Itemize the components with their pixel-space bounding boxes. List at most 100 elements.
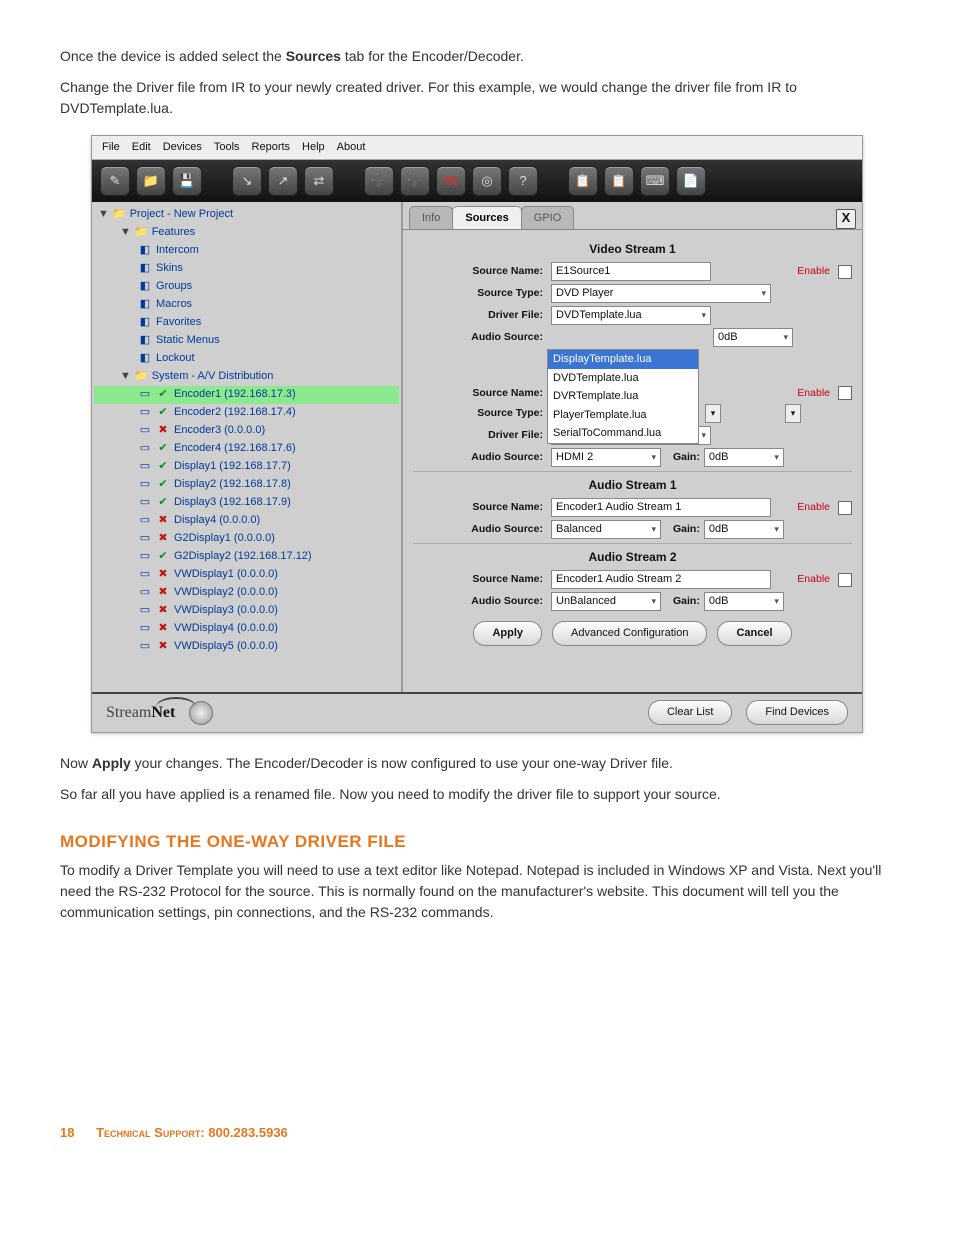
- menu-edit[interactable]: Edit: [132, 139, 151, 156]
- tree-device-item[interactable]: ▭✔G2Display2 (192.168.17.12): [94, 548, 399, 566]
- label: Audio Source:: [413, 594, 547, 610]
- tree-device-item[interactable]: ▭✖VWDisplay5 (0.0.0.0): [94, 638, 399, 656]
- tree-system[interactable]: ▼📁 System - A/V Distribution: [94, 368, 399, 386]
- tree-device-item[interactable]: ▭✖VWDisplay3 (0.0.0.0): [94, 602, 399, 620]
- tree-device-item[interactable]: ▭✔Encoder4 (192.168.17.6): [94, 440, 399, 458]
- menu-about[interactable]: About: [337, 139, 366, 156]
- tree-feature-item[interactable]: ◧Favorites: [94, 314, 399, 332]
- gain-select[interactable]: 0dB: [704, 448, 784, 467]
- enable-checkbox[interactable]: [838, 501, 852, 515]
- toolbar: ✎ 📁 💾 ↘ ↗ ⇄ ➕ ➕ IR ◎ ? 📋 📋 ⌨ 📄: [92, 160, 862, 202]
- menu-reports[interactable]: Reports: [252, 139, 291, 156]
- tree-feature-item[interactable]: ◧Macros: [94, 296, 399, 314]
- gain-select[interactable]: 0dB: [704, 520, 784, 539]
- toolbar-btn[interactable]: ➕: [400, 166, 430, 196]
- tab-sources[interactable]: Sources: [452, 206, 521, 230]
- sources-form: Video Stream 1 Source Name: E1Source1 En…: [403, 230, 862, 692]
- chevron-down-icon[interactable]: ▾: [785, 404, 801, 423]
- toolbar-btn[interactable]: ✎: [100, 166, 130, 196]
- tree-feature-item[interactable]: ◧Skins: [94, 260, 399, 278]
- menu-file[interactable]: File: [102, 139, 120, 156]
- tree-device-item[interactable]: ▭✖VWDisplay1 (0.0.0.0): [94, 566, 399, 584]
- enable-toggle[interactable]: Enable: [797, 264, 830, 280]
- apply-button[interactable]: Apply: [473, 621, 542, 646]
- tree-feature-item[interactable]: ◧Intercom: [94, 242, 399, 260]
- audio-stream-2-title: Audio Stream 2: [413, 548, 852, 566]
- tree-device-item[interactable]: ▭✖G2Display1 (0.0.0.0): [94, 530, 399, 548]
- close-icon[interactable]: X: [836, 209, 856, 229]
- enable-checkbox[interactable]: [838, 573, 852, 587]
- menu-help[interactable]: Help: [302, 139, 325, 156]
- tree-device-item[interactable]: ▭✔Display3 (192.168.17.9): [94, 494, 399, 512]
- project-tree[interactable]: ▼📁 Project - New Project ▼📁 Features ◧In…: [92, 202, 403, 692]
- tree-device-item[interactable]: ▭✔Display1 (192.168.17.7): [94, 458, 399, 476]
- intro-paragraph-1: Once the device is added select the Sour…: [60, 46, 894, 67]
- tree-device-item[interactable]: ▭✖Encoder3 (0.0.0.0): [94, 422, 399, 440]
- menu-tools[interactable]: Tools: [214, 139, 240, 156]
- enable-toggle[interactable]: Enable: [797, 500, 830, 516]
- enable-checkbox[interactable]: [838, 386, 852, 400]
- dropdown-option[interactable]: SerialToCommand.lua: [548, 424, 698, 443]
- enable-checkbox[interactable]: [838, 265, 852, 279]
- clear-list-button[interactable]: Clear List: [648, 700, 732, 725]
- tree-device-item[interactable]: ▭✖VWDisplay2 (0.0.0.0): [94, 584, 399, 602]
- tree-feature-item[interactable]: ◧Static Menus: [94, 332, 399, 350]
- toolbar-btn[interactable]: IR: [436, 166, 466, 196]
- paragraph-modify: To modify a Driver Template you will nee…: [60, 860, 894, 923]
- section-heading: MODIFYING THE ONE-WAY DRIVER FILE: [60, 829, 894, 855]
- status-bar: StreamNet Clear List Find Devices: [92, 692, 862, 732]
- driver-file-dropdown[interactable]: DisplayTemplate.lua DVDTemplate.lua DVRT…: [547, 349, 699, 444]
- toolbar-btn[interactable]: 📁: [136, 166, 166, 196]
- toolbar-btn[interactable]: ↘: [232, 166, 262, 196]
- tree-feature-item[interactable]: ◧Lockout: [94, 350, 399, 368]
- tree-device-item[interactable]: ▭✔Encoder2 (192.168.17.4): [94, 404, 399, 422]
- audio-source-name-input[interactable]: Encoder1 Audio Stream 1: [551, 498, 771, 517]
- toolbar-btn[interactable]: ⇄: [304, 166, 334, 196]
- advanced-config-button[interactable]: Advanced Configuration: [552, 621, 707, 646]
- tree-device-item[interactable]: ▭✔Encoder1 (192.168.17.3): [94, 386, 399, 404]
- tree-device-item[interactable]: ▭✖Display4 (0.0.0.0): [94, 512, 399, 530]
- toolbar-btn[interactable]: ➕: [364, 166, 394, 196]
- toolbar-btn[interactable]: ⌨: [640, 166, 670, 196]
- toolbar-btn[interactable]: 📋: [568, 166, 598, 196]
- video-stream-1-title: Video Stream 1: [413, 240, 852, 258]
- chevron-down-icon[interactable]: ▾: [705, 404, 721, 423]
- toolbar-btn[interactable]: 📋: [604, 166, 634, 196]
- tab-info[interactable]: Info: [409, 206, 453, 230]
- toolbar-btn[interactable]: 📄: [676, 166, 706, 196]
- audio-source-select[interactable]: UnBalanced: [551, 592, 661, 611]
- label: Audio Source:: [413, 330, 547, 346]
- source-type-select[interactable]: DVD Player: [551, 284, 771, 303]
- audio-source-name-input[interactable]: Encoder1 Audio Stream 2: [551, 570, 771, 589]
- label: Source Name:: [413, 386, 547, 402]
- cancel-button[interactable]: Cancel: [717, 621, 791, 646]
- dropdown-option[interactable]: DisplayTemplate.lua: [548, 350, 698, 369]
- toolbar-btn[interactable]: ↗: [268, 166, 298, 196]
- tree-device-item[interactable]: ▭✔Display2 (192.168.17.8): [94, 476, 399, 494]
- tree-root[interactable]: ▼📁 Project - New Project: [94, 206, 399, 224]
- find-devices-button[interactable]: Find Devices: [746, 700, 848, 725]
- tree-features[interactable]: ▼📁 Features: [94, 224, 399, 242]
- tree-feature-item[interactable]: ◧Groups: [94, 278, 399, 296]
- dropdown-option[interactable]: DVRTemplate.lua: [548, 387, 698, 406]
- toolbar-btn[interactable]: 💾: [172, 166, 202, 196]
- label: Source Name:: [413, 264, 547, 280]
- tab-gpio[interactable]: GPIO: [521, 206, 575, 230]
- audio-source-select[interactable]: HDMI 2: [551, 448, 661, 467]
- gain-select[interactable]: 0dB: [713, 328, 793, 347]
- audio-source-select[interactable]: Balanced: [551, 520, 661, 539]
- gain-select[interactable]: 0dB: [704, 592, 784, 611]
- toolbar-btn[interactable]: ?: [508, 166, 538, 196]
- dropdown-option[interactable]: DVDTemplate.lua: [548, 369, 698, 388]
- label: Gain:: [673, 522, 700, 538]
- tree-device-item[interactable]: ▭✖VWDisplay4 (0.0.0.0): [94, 620, 399, 638]
- menu-devices[interactable]: Devices: [163, 139, 202, 156]
- enable-toggle[interactable]: Enable: [797, 572, 830, 588]
- enable-toggle[interactable]: Enable: [797, 386, 830, 402]
- tech-support: Technical Support: 800.283.5936: [96, 1125, 288, 1140]
- label: Gain:: [673, 450, 700, 466]
- source-name-input[interactable]: E1Source1: [551, 262, 711, 281]
- dropdown-option[interactable]: PlayerTemplate.lua: [548, 406, 698, 425]
- toolbar-btn[interactable]: ◎: [472, 166, 502, 196]
- driver-file-select[interactable]: DVDTemplate.lua: [551, 306, 711, 325]
